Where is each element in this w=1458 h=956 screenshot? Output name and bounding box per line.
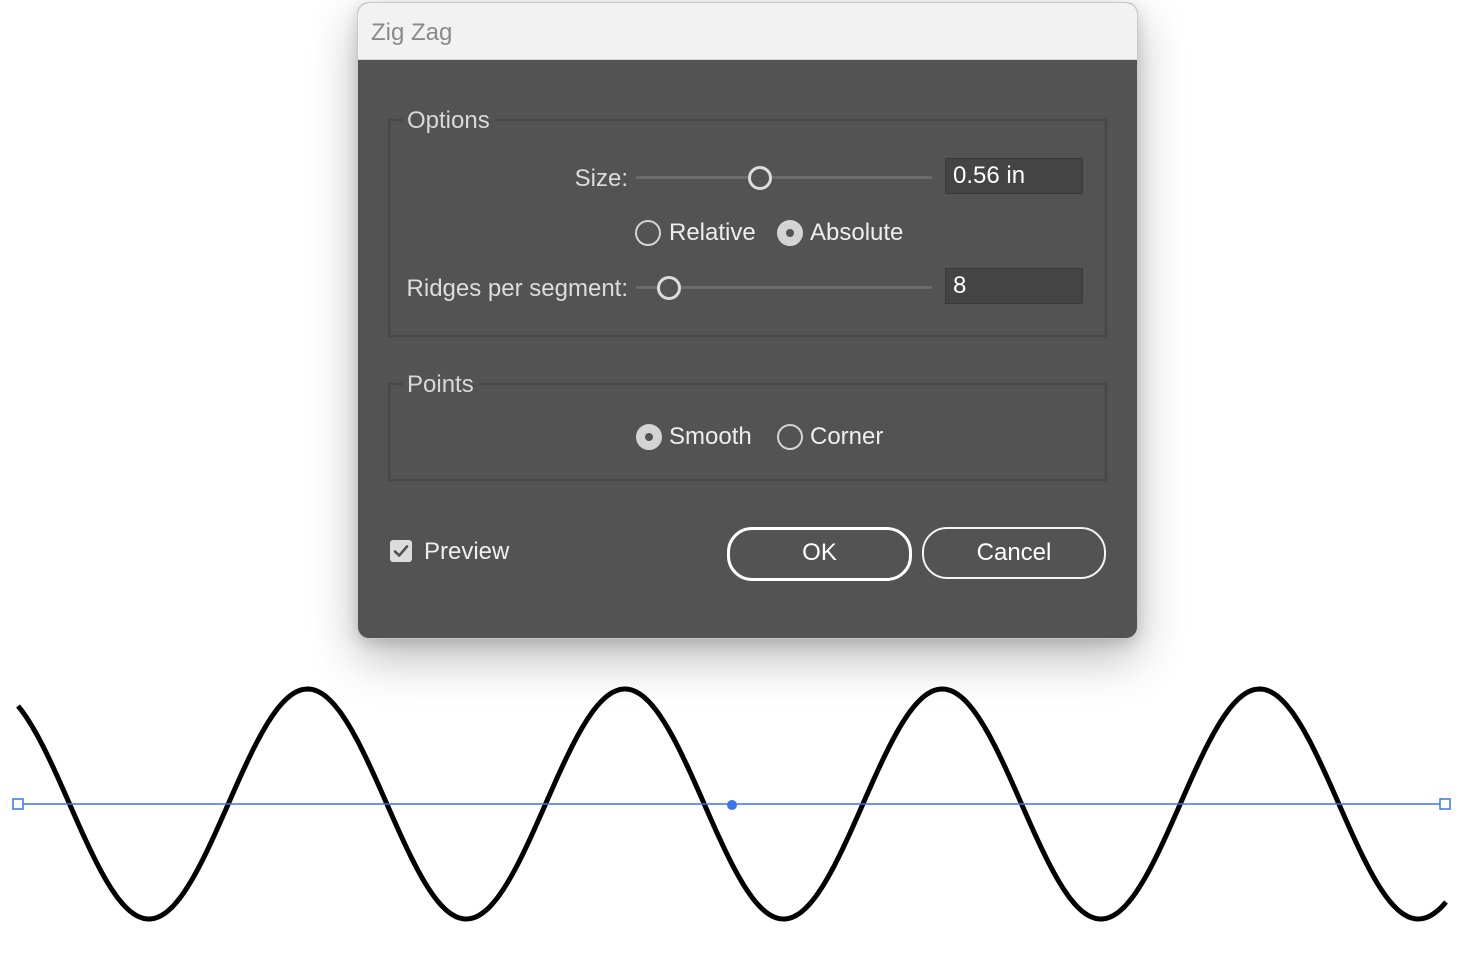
points-legend: Points <box>403 371 480 399</box>
dialog-titlebar[interactable]: Zig Zag <box>358 3 1137 60</box>
relative-radio[interactable] <box>635 220 661 246</box>
size-slider-track[interactable] <box>636 176 932 179</box>
ridges-input[interactable]: 8 <box>945 268 1083 304</box>
anchor-point-right[interactable] <box>1439 798 1451 810</box>
anchor-point-left[interactable] <box>12 798 24 810</box>
size-input[interactable]: 0.56 in <box>945 158 1083 194</box>
checkmark-icon <box>393 545 409 557</box>
size-label: Size: <box>574 165 628 192</box>
dialog-title: Zig Zag <box>371 19 453 46</box>
corner-label[interactable]: Corner <box>810 423 883 451</box>
zig-zag-dialog: Zig Zag Options Size: 0.56 in Relative A… <box>357 2 1138 639</box>
absolute-radio[interactable] <box>777 220 803 246</box>
ridges-label: Ridges per segment: <box>406 275 628 302</box>
options-legend: Options <box>403 107 496 135</box>
absolute-label[interactable]: Absolute <box>810 219 903 247</box>
corner-radio[interactable] <box>777 424 803 450</box>
ridges-slider-thumb[interactable] <box>656 276 681 300</box>
cancel-button[interactable]: Cancel <box>922 527 1106 579</box>
preview-checkbox[interactable] <box>390 540 412 562</box>
smooth-label[interactable]: Smooth <box>669 423 752 451</box>
smooth-radio[interactable] <box>636 424 662 450</box>
relative-label[interactable]: Relative <box>669 219 756 247</box>
preview-label[interactable]: Preview <box>424 538 509 566</box>
path-center-point[interactable] <box>727 800 737 810</box>
ok-button[interactable]: OK <box>727 527 912 581</box>
